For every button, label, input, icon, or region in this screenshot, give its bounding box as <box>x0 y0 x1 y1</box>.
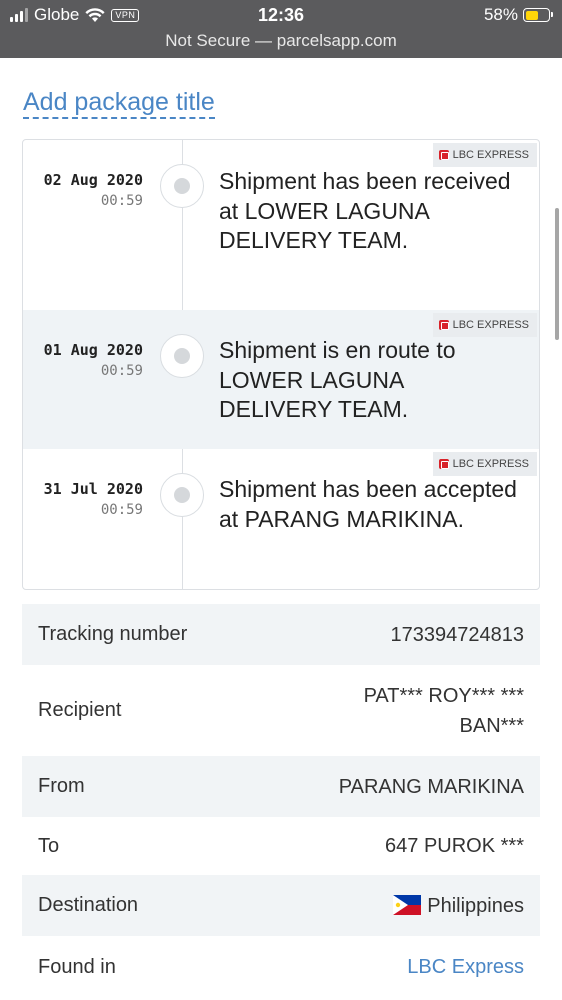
detail-label: Tracking number <box>38 623 188 645</box>
clock: 12:36 <box>257 5 305 25</box>
status-bar: Globe VPN 12:36 58% Not Secure — parcels… <box>0 0 562 58</box>
timeline-event: LBC EXPRESS 31 Jul 2020 00:59 Shipment h… <box>23 449 539 589</box>
battery-fill <box>525 10 539 20</box>
detail-label: To <box>38 834 60 857</box>
event-description: Shipment has been received at LOWER LAGU… <box>219 168 511 253</box>
timeline-dot-icon <box>160 164 204 208</box>
timeline-dot-icon <box>160 334 204 378</box>
page-scrollbar[interactable] <box>555 208 559 340</box>
destination-country: Philippines <box>427 894 524 917</box>
timeline-dot-icon <box>160 473 204 517</box>
to-value: 647 PUROK *** <box>385 835 524 857</box>
detail-row-found-in: Found in LBC Express <box>22 936 540 998</box>
lbc-logo-icon <box>438 459 449 469</box>
tracking-timeline: LBC EXPRESS 02 Aug 2020 00:59 Shipment h… <box>22 139 540 590</box>
carrier-badge-label: LBC EXPRESS <box>452 319 529 331</box>
detail-label: Destination <box>38 894 139 916</box>
status-right: 58% <box>483 4 553 26</box>
timeline-event: LBC EXPRESS 01 Aug 2020 00:59 Shipment i… <box>23 310 539 449</box>
carrier-link[interactable]: LBC Express <box>407 952 524 982</box>
timeline-event: LBC EXPRESS 02 Aug 2020 00:59 Shipment h… <box>23 140 539 310</box>
carrier-badge: LBC EXPRESS <box>432 452 537 476</box>
recipient-value: PAT*** ROY*** *** BAN*** <box>364 681 524 741</box>
detail-row-from: From PARANG MARIKINA <box>22 756 540 817</box>
event-date: 31 Jul 2020 <box>43 480 143 498</box>
recipient-line-2: BAN*** <box>459 714 524 737</box>
event-date: 01 Aug 2020 <box>43 341 143 359</box>
tracking-number-value[interactable]: 173394724813 <box>391 620 524 650</box>
event-time: 00:59 <box>100 363 143 379</box>
detail-row-tracking-number: Tracking number 173394724813 <box>22 604 540 665</box>
lbc-logo-icon <box>438 150 449 160</box>
battery-icon <box>523 8 553 22</box>
carrier-badge-label: LBC EXPRESS <box>452 458 529 470</box>
carrier-badge-label: LBC EXPRESS <box>452 149 529 161</box>
recipient-line-1: PAT*** ROY*** *** <box>363 684 524 707</box>
lbc-logo-icon <box>438 320 449 330</box>
detail-row-destination: Destination Philippines <box>22 875 540 936</box>
event-date: 02 Aug 2020 <box>43 171 143 189</box>
detail-label: From <box>38 775 85 797</box>
from-value: PARANG MARIKINA <box>338 775 524 798</box>
detail-row-to: To 647 PUROK *** <box>22 817 540 875</box>
carrier-badge: LBC EXPRESS <box>432 313 537 337</box>
event-time: 00:59 <box>100 502 143 518</box>
event-description: Shipment has been accepted at PARANG MAR… <box>219 476 517 532</box>
destination-value: Philippines <box>393 891 524 921</box>
add-package-title-link[interactable]: Add package title <box>23 88 215 119</box>
detail-label: Recipient <box>38 699 122 721</box>
detail-label: Found in <box>38 955 116 978</box>
philippines-flag-icon <box>393 894 422 915</box>
carrier-badge: LBC EXPRESS <box>432 143 537 167</box>
event-description: Shipment is en route to LOWER LAGUNA DEL… <box>219 337 456 422</box>
battery-percent: 58% <box>483 5 518 24</box>
url-bar[interactable]: Not Secure — parcelsapp.com <box>0 30 562 52</box>
detail-row-recipient: Recipient PAT*** ROY*** *** BAN*** <box>22 665 540 756</box>
event-time: 00:59 <box>100 193 143 209</box>
